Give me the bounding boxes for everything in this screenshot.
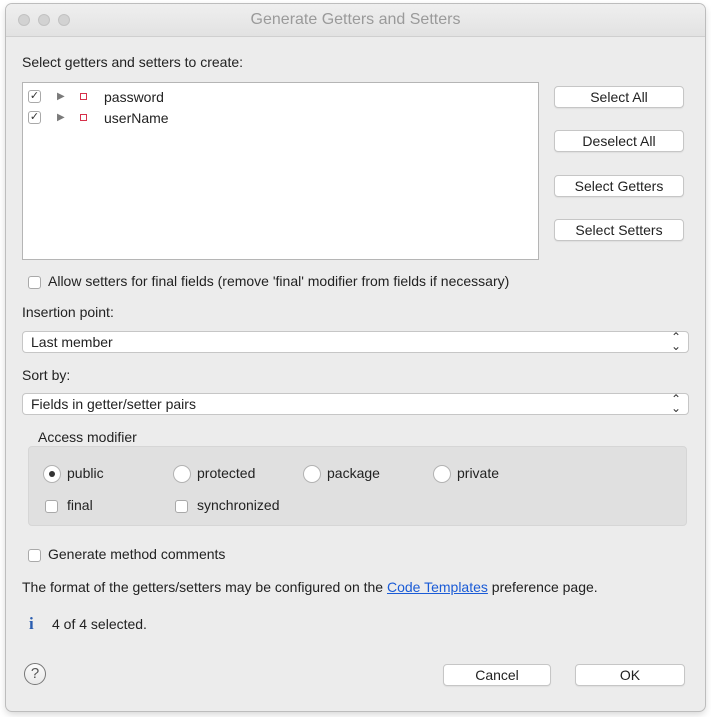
info-icon: i — [29, 614, 34, 633]
window-title: Generate Getters and Setters — [250, 11, 461, 28]
select-all-button[interactable]: Select All — [554, 86, 684, 108]
info-text-suffix: preference page. — [487, 579, 598, 595]
code-templates-link[interactable]: Code Templates — [387, 579, 488, 595]
radio-private[interactable] — [433, 465, 451, 483]
radio-private-label[interactable]: private — [457, 465, 499, 481]
allow-setters-checkbox[interactable] — [28, 276, 41, 289]
private-field-icon — [80, 114, 87, 121]
private-field-icon — [80, 93, 87, 100]
insertion-point-select[interactable]: Last member ⌃ ⌄ — [22, 331, 689, 353]
allow-setters-label[interactable]: Allow setters for final fields (remove '… — [48, 273, 509, 289]
synchronized-checkbox[interactable] — [175, 500, 188, 513]
synchronized-label[interactable]: synchronized — [197, 497, 280, 513]
tree-heading: Select getters and setters to create: — [22, 54, 244, 70]
sort-by-select[interactable]: Fields in getter/setter pairs ⌃ ⌄ — [22, 393, 689, 415]
insertion-point-value: Last member — [31, 334, 113, 350]
access-modifier-label: Access modifier — [38, 429, 137, 445]
radio-package-label[interactable]: package — [327, 465, 380, 481]
expand-triangle-icon[interactable]: ▶ — [57, 112, 65, 123]
cancel-button[interactable]: Cancel — [443, 664, 551, 686]
info-text-prefix: The format of the getters/setters may be… — [22, 579, 387, 595]
final-checkbox[interactable] — [45, 500, 58, 513]
sort-by-value: Fields in getter/setter pairs — [31, 396, 196, 412]
access-modifier-group: public protected package private final s… — [28, 446, 687, 526]
radio-selected-dot — [49, 471, 55, 477]
radio-public-label[interactable]: public — [67, 465, 104, 481]
final-label[interactable]: final — [67, 497, 93, 513]
checkbox-username[interactable]: ✓ — [28, 111, 41, 124]
title-bar: Generate Getters and Setters — [6, 4, 705, 37]
generate-comments-checkbox[interactable] — [28, 549, 41, 562]
select-getters-button[interactable]: Select Getters — [554, 175, 684, 197]
radio-public[interactable] — [43, 465, 61, 483]
sort-by-label: Sort by: — [22, 367, 71, 383]
radio-protected-label[interactable]: protected — [197, 465, 255, 481]
templates-info-text: The format of the getters/setters may be… — [22, 579, 598, 595]
updown-chevron-icon: ⌃ ⌄ — [670, 330, 681, 353]
expand-triangle-icon[interactable]: ▶ — [57, 91, 65, 102]
tree-item-password[interactable]: ✓ ▶ password — [23, 87, 538, 107]
generate-comments-label[interactable]: Generate method comments — [48, 546, 225, 562]
tree-item-username[interactable]: ✓ ▶ userName — [23, 108, 538, 128]
checkbox-password[interactable]: ✓ — [28, 90, 41, 103]
fields-tree[interactable]: ✓ ▶ password ✓ ▶ userName — [22, 82, 539, 260]
radio-package[interactable] — [303, 465, 321, 483]
select-setters-button[interactable]: Select Setters — [554, 219, 684, 241]
deselect-all-button[interactable]: Deselect All — [554, 130, 684, 152]
insertion-point-label: Insertion point: — [22, 304, 114, 320]
help-button[interactable]: ? — [24, 663, 46, 685]
dialog-window: Generate Getters and Setters Select gett… — [6, 4, 705, 711]
radio-protected[interactable] — [173, 465, 191, 483]
updown-chevron-icon: ⌃ ⌄ — [670, 392, 681, 415]
tree-item-label: password — [104, 89, 164, 105]
tree-item-label: userName — [104, 110, 169, 126]
ok-button[interactable]: OK — [575, 664, 685, 686]
selection-status: 4 of 4 selected. — [52, 616, 147, 632]
